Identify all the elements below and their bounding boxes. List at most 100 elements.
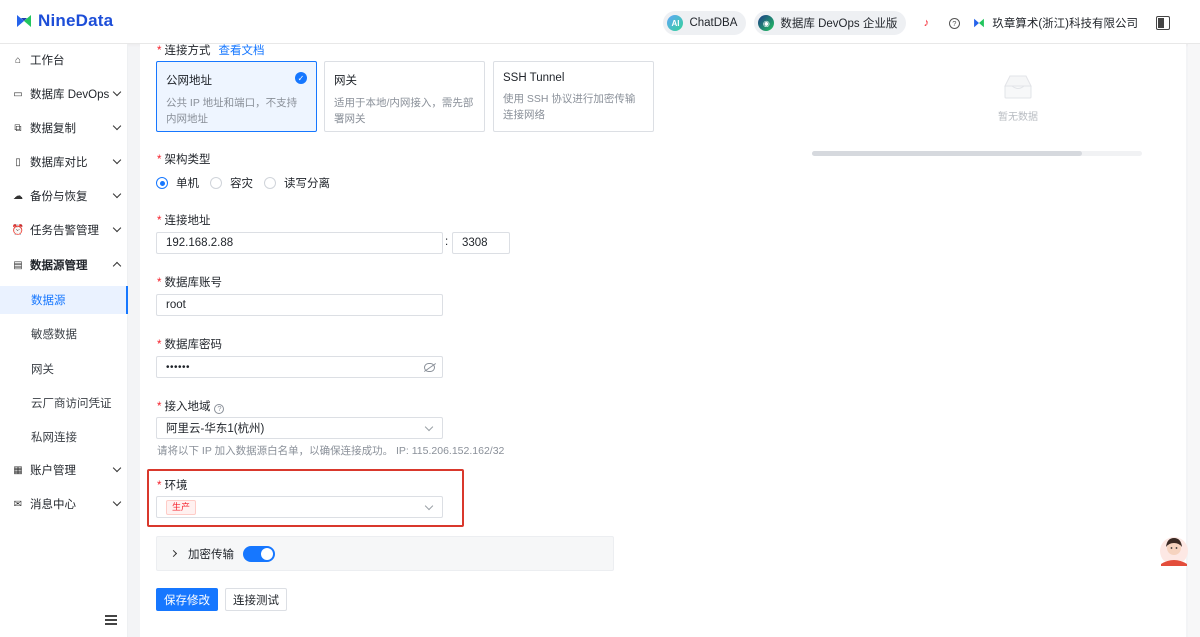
region-select[interactable]: 阿里云-华东1(杭州) <box>156 417 443 439</box>
account-input[interactable]: root <box>156 294 443 316</box>
environment-label: * 环境 <box>157 480 188 492</box>
encryption-panel[interactable]: 加密传输 <box>156 536 614 571</box>
sidebar-subitem-cloud-credentials[interactable]: 云厂商访问凭证 <box>0 389 128 417</box>
copy-icon: ⧉ <box>14 122 22 134</box>
host-input[interactable]: 192.168.2.88 <box>156 232 443 254</box>
check-icon: ✓ <box>295 72 307 84</box>
brand-logo[interactable]: NineData <box>14 11 113 31</box>
sidebar-item-account[interactable]: ▦ 账户管理 <box>0 458 128 482</box>
sidebar-item-label: 数据库对比 <box>30 157 88 169</box>
chevron-right-icon <box>169 549 178 558</box>
sidebar-subitem-sensitive-data[interactable]: 敏感数据 <box>0 320 128 348</box>
option-title: 公网地址 <box>166 75 212 87</box>
password-input[interactable]: •••••• <box>156 356 443 378</box>
option-title: SSH Tunnel <box>503 72 565 84</box>
eye-hidden-icon[interactable] <box>424 363 435 372</box>
chevron-down-icon <box>112 121 122 131</box>
environment-tag: 生产 <box>166 499 197 515</box>
sidebar-item-label: 数据源管理 <box>30 260 88 272</box>
password-mask: •••••• <box>166 361 191 373</box>
sidebar-item-backup[interactable]: ☁ 备份与恢复 <box>0 184 128 208</box>
environment-select[interactable]: 生产 <box>156 496 443 518</box>
sidebar-item-label: 备份与恢复 <box>30 191 88 203</box>
datasource-edit-form: * 连接方式 查看文档 公网地址 公共 IP 地址和端口，不支持内网地址 ✓ 网关 … <box>140 44 1186 637</box>
chatdba-button[interactable]: AI ChatDBA <box>663 11 747 35</box>
account-label: * 数据库账号 <box>157 277 222 289</box>
password-label: * 数据库密码 <box>157 339 222 351</box>
sidebar-item-alarm[interactable]: ⏰ 任务告警管理 <box>0 218 128 242</box>
connection-option-ssh[interactable]: SSH Tunnel 使用 SSH 协议进行加密传输连接网络 <box>493 61 654 132</box>
port-input[interactable]: 3308 <box>452 232 510 254</box>
mail-icon: ✉ <box>13 498 23 510</box>
account-icon: ▦ <box>13 464 23 476</box>
sidebar-item-label: 任务告警管理 <box>30 225 99 237</box>
sidebar-item-datasource-mgmt[interactable]: ▤ 数据源管理 <box>0 253 128 277</box>
arch-radio-standalone[interactable]: 单机 <box>156 175 199 191</box>
encryption-toggle[interactable] <box>243 545 275 562</box>
globe-icon: ◉ <box>758 15 775 31</box>
encryption-label: 加密传输 <box>188 548 234 561</box>
chevron-down-icon <box>112 155 122 165</box>
chatdba-label: ChatDBA <box>689 17 738 29</box>
view-docs-link[interactable]: 查看文档 <box>218 45 264 57</box>
devops-edition-button[interactable]: ◉ 数据库 DevOps 企业版 <box>754 11 907 35</box>
scrollbar-thumb[interactable] <box>812 151 1082 156</box>
ninedata-logo-icon <box>17 15 31 27</box>
sidebar-item-compare[interactable]: ▯ 数据库对比 <box>0 150 128 174</box>
ai-icon: AI <box>667 15 684 31</box>
sidebar-item-label: 工作台 <box>30 55 65 67</box>
datasource-icon: ▤ <box>13 259 23 271</box>
page-scrollbar[interactable] <box>1188 44 1200 637</box>
chevron-down-icon <box>112 497 122 507</box>
chevron-down-icon <box>112 189 122 199</box>
help-icon[interactable]: ? <box>214 403 225 414</box>
radio-dot <box>156 177 168 189</box>
sidebar-item-devops[interactable]: ▭ 数据库 DevOps <box>0 82 128 106</box>
help-icon[interactable]: ? <box>946 15 962 31</box>
radio-dot <box>264 177 276 189</box>
horizontal-scrollbar[interactable] <box>812 151 1142 156</box>
sidebar-collapse-icon[interactable] <box>105 615 117 625</box>
required-mark: * <box>157 277 162 289</box>
chevron-down-icon <box>424 501 434 511</box>
company-logo-icon <box>974 18 985 28</box>
sidebar-subitem-private-link[interactable]: 私网连接 <box>0 423 128 451</box>
alarm-icon: ⏰ <box>11 224 25 236</box>
compare-icon: ▯ <box>15 156 21 168</box>
home-icon: ⌂ <box>14 54 22 66</box>
required-mark: * <box>157 401 162 413</box>
connection-option-public[interactable]: 公网地址 公共 IP 地址和端口，不支持内网地址 ✓ <box>156 61 317 132</box>
radio-dot <box>210 177 222 189</box>
whitelist-hint: 请将以下 IP 加入数据源白名单，以确保连接成功。 IP: 115.206.15… <box>157 445 505 457</box>
sidebar: ⌂ 工作台 ▭ 数据库 DevOps ⧉ 数据复制 ▯ 数据库对比 ☁ 备份与恢… <box>0 44 128 637</box>
port-separator: : <box>445 236 449 248</box>
notification-bell-icon[interactable]: ♪ <box>918 15 934 31</box>
required-mark: * <box>157 154 162 166</box>
sidebar-item-replication[interactable]: ⧉ 数据复制 <box>0 116 128 140</box>
option-desc: 公共 IP 地址和端口，不支持内网地址 <box>166 97 298 125</box>
sidebar-item-workbench[interactable]: ⌂ 工作台 <box>0 48 128 72</box>
arch-radio-dr[interactable]: 容灾 <box>210 175 253 191</box>
address-label: * 连接地址 <box>157 215 211 227</box>
region-label: * 接入地域? <box>157 398 225 414</box>
empty-text: 暂无数据 <box>998 112 1038 123</box>
assistant-avatar-icon[interactable] <box>1159 534 1189 566</box>
sidebar-item-label: 账户管理 <box>30 465 76 477</box>
language-switch-icon[interactable] <box>1156 16 1170 30</box>
sidebar-item-messages[interactable]: ✉ 消息中心 <box>0 492 128 516</box>
sidebar-subitem-datasource[interactable]: 数据源 <box>0 286 128 314</box>
connection-method-label: * 连接方式 查看文档 <box>157 45 265 57</box>
required-mark: * <box>157 480 162 492</box>
required-mark: * <box>157 215 162 227</box>
save-button[interactable]: 保存修改 <box>156 588 218 611</box>
sidebar-subitem-gateway[interactable]: 网关 <box>0 355 128 383</box>
sidebar-item-label: 数据库 DevOps <box>30 89 110 101</box>
company-switcher[interactable]: 玖章算术(浙江)科技有限公司 <box>972 15 1138 31</box>
sidebar-item-label: 消息中心 <box>30 499 76 511</box>
top-header: NineData AI ChatDBA ◉ 数据库 DevOps 企业版 ♪ ?… <box>0 0 1200 44</box>
arch-radio-rw-split[interactable]: 读写分离 <box>264 175 330 191</box>
required-mark: * <box>157 339 162 351</box>
connection-option-gateway[interactable]: 网关 适用于本地/内网接入，需先部署网关 <box>324 61 485 132</box>
test-connection-button[interactable]: 连接测试 <box>225 588 287 611</box>
chevron-up-icon <box>112 261 122 271</box>
